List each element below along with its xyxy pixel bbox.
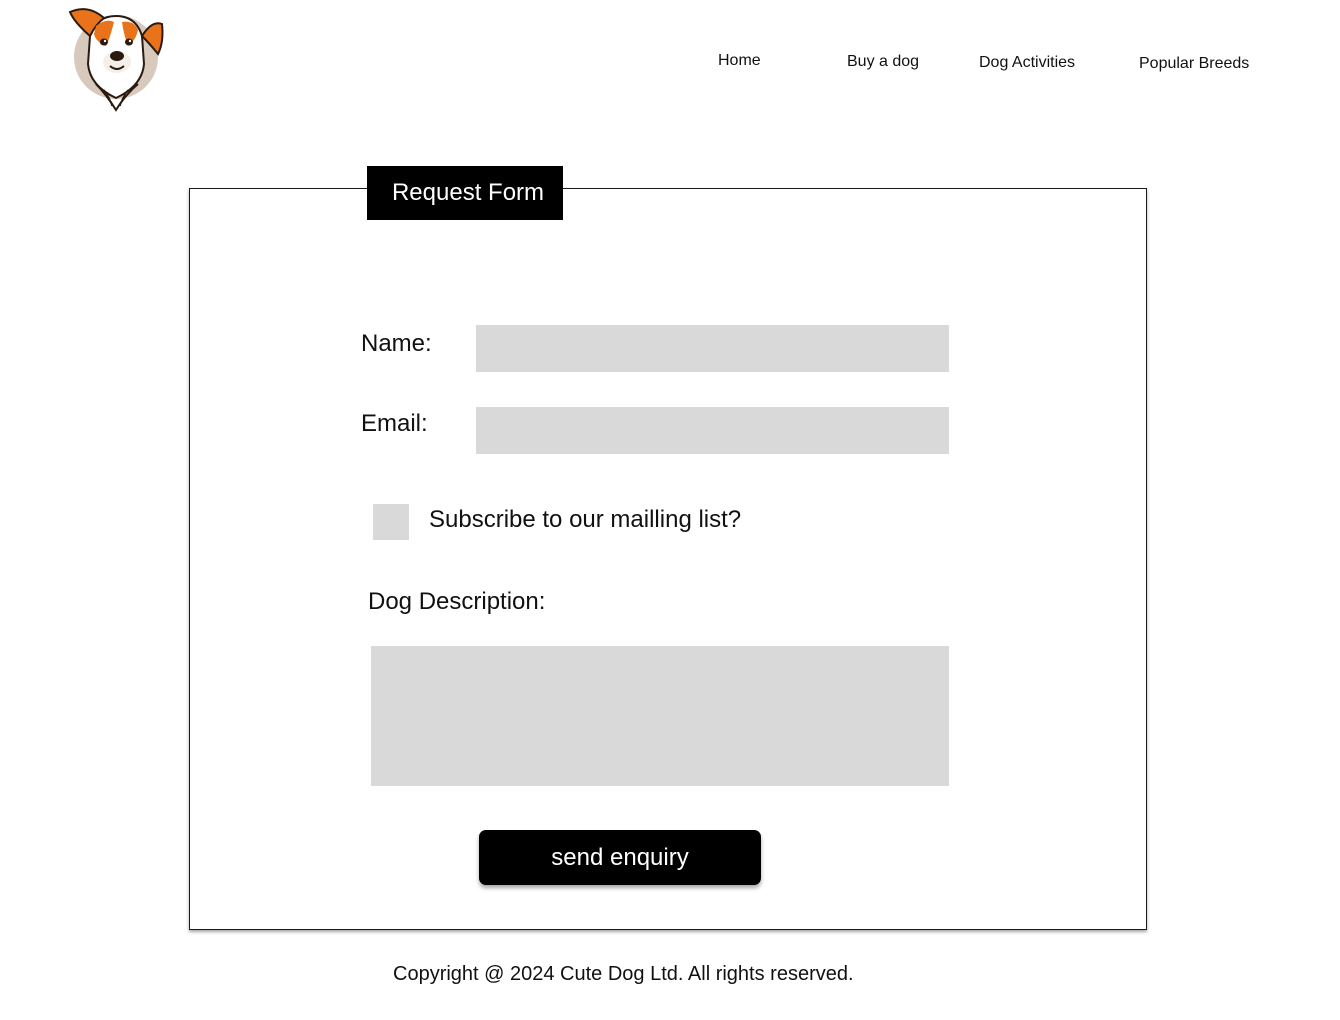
form-title: Request Form [367, 166, 563, 220]
send-enquiry-button[interactable]: send enquiry [479, 830, 761, 885]
email-label: Email: [361, 410, 428, 437]
nav-link-home[interactable]: Home [718, 52, 761, 70]
nav-link-popular-breeds[interactable]: Popular Breeds [1139, 55, 1249, 73]
subscribe-checkbox[interactable] [373, 504, 409, 540]
email-input[interactable] [476, 407, 949, 454]
subscribe-label: Subscribe to our mailling list? [429, 506, 742, 533]
dog-description-label: Dog Description: [368, 588, 546, 615]
dog-logo-icon[interactable] [66, 2, 166, 114]
name-label: Name: [361, 330, 432, 357]
dog-description-textarea[interactable] [371, 646, 949, 786]
footer-copyright: Copyright @ 2024 Cute Dog Ltd. All right… [393, 963, 854, 985]
name-input[interactable] [476, 325, 949, 372]
nav-link-buy-a-dog[interactable]: Buy a dog [847, 53, 919, 71]
request-form-panel [189, 188, 1147, 930]
nav-link-dog-activities[interactable]: Dog Activities [979, 54, 1075, 72]
